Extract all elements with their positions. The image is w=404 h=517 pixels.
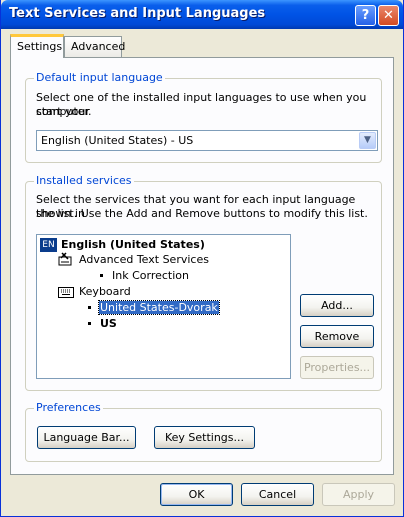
tab-settings-label: Settings (17, 40, 63, 53)
bullet-icon (88, 306, 91, 309)
language-en-icon: EN (40, 238, 57, 252)
default-language-group-label: Default input language (34, 71, 165, 84)
tree-item-layout-dvorak[interactable]: United States-Dvorak (98, 300, 220, 315)
apply-button[interactable]: Apply (322, 483, 395, 506)
remove-button[interactable]: Remove (300, 325, 374, 348)
tree-item-layout-us[interactable]: US (100, 317, 117, 330)
window-title: Text Services and Input Languages (9, 6, 266, 21)
dialog-window: Text Services and Input Languages ? ✕ Se… (0, 0, 404, 517)
close-button[interactable]: ✕ (378, 5, 399, 26)
tree-item-ink-correction[interactable]: Ink Correction (112, 269, 189, 282)
ok-button[interactable]: OK (160, 483, 233, 506)
installed-services-description-line2: the list. Use the Add and Remove buttons… (36, 207, 368, 220)
tree-item-language[interactable]: English (United States) (61, 238, 205, 251)
properties-button[interactable]: Properties... (300, 356, 374, 379)
default-language-group: Default input language Select one of the… (25, 71, 382, 163)
bullet-icon (88, 322, 91, 325)
services-tree[interactable]: EN English (United States) Advanced Text… (36, 234, 291, 379)
help-icon: ? (361, 8, 370, 23)
keyboard-icon (58, 287, 74, 298)
close-icon: ✕ (383, 8, 394, 23)
language-bar-button[interactable]: Language Bar... (37, 426, 136, 449)
preferences-group-label: Preferences (34, 401, 103, 414)
installed-services-group-label: Installed services (34, 174, 134, 187)
tab-settings[interactable]: Settings (10, 34, 64, 58)
help-button[interactable]: ? (355, 5, 376, 26)
installed-services-group: Installed services Select the services t… (25, 174, 382, 391)
tab-advanced[interactable]: Advanced (64, 36, 126, 57)
bullet-icon (100, 274, 103, 277)
default-language-description-line2: computer. (36, 105, 92, 118)
key-settings-button[interactable]: Key Settings... (154, 426, 255, 449)
title-bar[interactable]: Text Services and Input Languages ? ✕ (1, 0, 403, 29)
tab-advanced-label: Advanced (71, 40, 126, 53)
tree-item-keyboard[interactable]: Keyboard (79, 285, 131, 298)
add-button[interactable]: Add... (300, 294, 374, 317)
cancel-button[interactable]: Cancel (241, 483, 314, 506)
default-language-dropdown[interactable]: English (United States) - US ▼ (36, 130, 378, 151)
text-services-icon (58, 252, 72, 266)
chevron-down-icon[interactable]: ▼ (359, 132, 376, 149)
preferences-group: Preferences Language Bar... Key Settings… (25, 401, 382, 462)
default-language-value: English (United States) - US (41, 134, 194, 147)
tree-item-advanced-text-services[interactable]: Advanced Text Services (79, 253, 209, 266)
settings-panel: Default input language Select one of the… (10, 57, 394, 475)
